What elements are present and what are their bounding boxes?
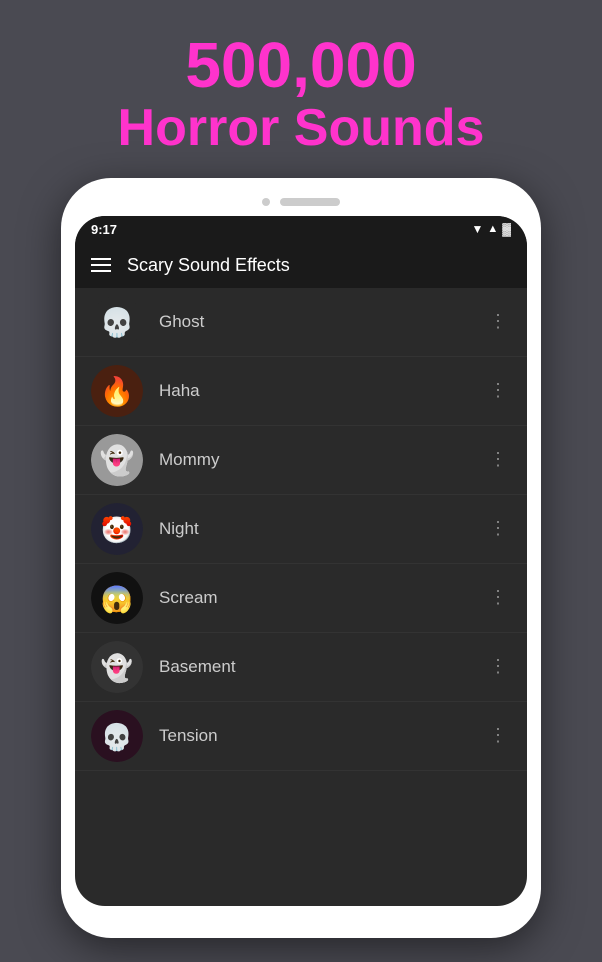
header-subtitle: Horror Sounds bbox=[118, 100, 485, 157]
sound-name-tension: Tension bbox=[159, 726, 469, 746]
svg-text:🤡: 🤡 bbox=[101, 515, 133, 545]
status-icons: ▼ ▲ ▓ bbox=[471, 222, 511, 236]
battery-icon: ▓ bbox=[502, 222, 511, 236]
sound-name-basement: Basement bbox=[159, 657, 469, 677]
header-section: 500,000 Horror Sounds bbox=[118, 0, 485, 178]
avatar-basement: 👻 bbox=[91, 641, 143, 693]
sound-list: 💀 Ghost ⋮ 🔥 Haha ⋮ 👻 Mommy ⋮ 🤡 Night ⋮ 😱 Scr… bbox=[75, 288, 527, 771]
app-title: Scary Sound Effects bbox=[127, 255, 290, 276]
sound-item[interactable]: 😱 Scream ⋮ bbox=[75, 564, 527, 633]
camera-dot bbox=[262, 198, 270, 206]
more-button-mommy[interactable]: ⋮ bbox=[485, 445, 511, 474]
sound-name-haha: Haha bbox=[159, 381, 469, 401]
status-time: 9:17 bbox=[91, 222, 117, 237]
svg-text:👻: 👻 bbox=[101, 652, 133, 684]
phone-notch bbox=[75, 192, 527, 216]
avatar-ghost: 💀 bbox=[91, 296, 143, 348]
more-button-ghost[interactable]: ⋮ bbox=[485, 307, 511, 336]
header-number: 500,000 bbox=[118, 30, 485, 100]
more-button-haha[interactable]: ⋮ bbox=[485, 376, 511, 405]
more-button-scream[interactable]: ⋮ bbox=[485, 583, 511, 612]
phone-speaker bbox=[280, 198, 340, 206]
more-button-night[interactable]: ⋮ bbox=[485, 514, 511, 543]
avatar-haha: 🔥 bbox=[91, 365, 143, 417]
avatar-scream: 😱 bbox=[91, 572, 143, 624]
more-button-basement[interactable]: ⋮ bbox=[485, 652, 511, 681]
svg-text:😱: 😱 bbox=[101, 584, 133, 615]
phone-container: 9:17 ▼ ▲ ▓ Scary Sound Effects 💀 Ghost ⋮ … bbox=[61, 178, 541, 938]
sound-item[interactable]: 💀 Ghost ⋮ bbox=[75, 288, 527, 357]
wifi-icon: ▼ bbox=[471, 222, 483, 236]
more-button-tension[interactable]: ⋮ bbox=[485, 721, 511, 750]
sound-item[interactable]: 👻 Basement ⋮ bbox=[75, 633, 527, 702]
avatar-tension: 💀 bbox=[91, 710, 143, 762]
svg-text:👻: 👻 bbox=[100, 443, 135, 477]
sound-item[interactable]: 🔥 Haha ⋮ bbox=[75, 357, 527, 426]
svg-text:💀: 💀 bbox=[101, 722, 133, 752]
avatar-night: 🤡 bbox=[91, 503, 143, 555]
sound-item[interactable]: 🤡 Night ⋮ bbox=[75, 495, 527, 564]
phone-screen: 9:17 ▼ ▲ ▓ Scary Sound Effects 💀 Ghost ⋮ … bbox=[75, 216, 527, 906]
svg-text:🔥: 🔥 bbox=[100, 375, 135, 408]
hamburger-button[interactable] bbox=[91, 258, 111, 272]
app-toolbar: Scary Sound Effects bbox=[75, 243, 527, 288]
sound-item[interactable]: 👻 Mommy ⋮ bbox=[75, 426, 527, 495]
status-bar: 9:17 ▼ ▲ ▓ bbox=[75, 216, 527, 243]
avatar-mommy: 👻 bbox=[91, 434, 143, 486]
sound-item[interactable]: 💀 Tension ⋮ bbox=[75, 702, 527, 771]
sound-name-night: Night bbox=[159, 519, 469, 539]
sound-name-ghost: Ghost bbox=[159, 312, 469, 332]
sound-name-scream: Scream bbox=[159, 588, 469, 608]
signal-icon: ▲ bbox=[487, 223, 498, 235]
svg-text:💀: 💀 bbox=[100, 306, 135, 339]
sound-name-mommy: Mommy bbox=[159, 450, 469, 470]
